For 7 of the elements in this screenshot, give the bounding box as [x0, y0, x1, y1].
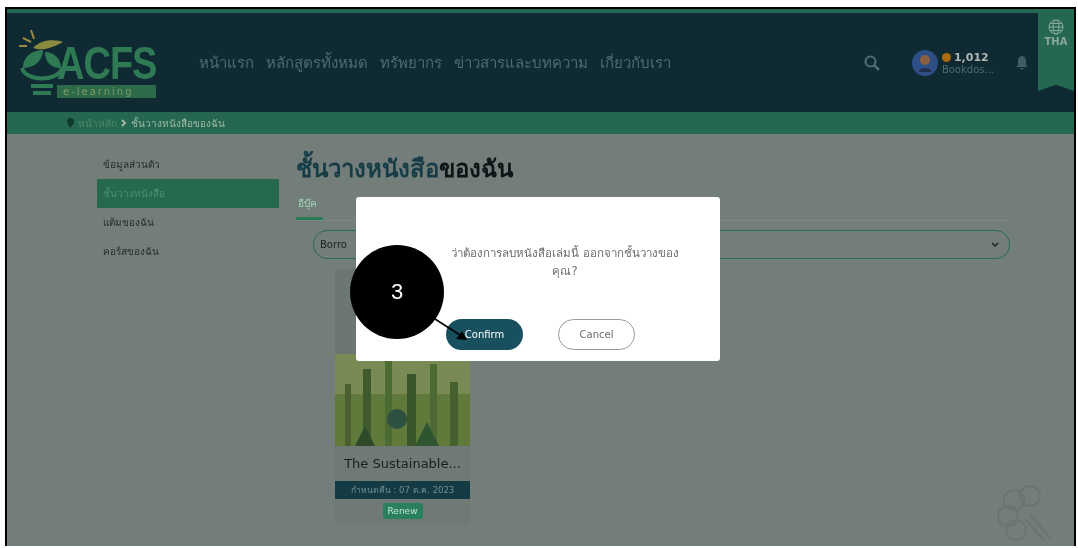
logo-title: ACFS — [57, 38, 157, 87]
coin-count: 1,012 — [953, 50, 989, 64]
due-date: กำหนดคืน : 07 ต.ค. 2023 — [335, 481, 470, 499]
page-title: ชั้นวางหนังสือของฉัน — [296, 150, 1010, 190]
user-name: Bookdos... — [941, 63, 994, 75]
logo-subtitle: e-learning — [57, 84, 157, 98]
book-title: The Sustainable... — [344, 456, 461, 471]
